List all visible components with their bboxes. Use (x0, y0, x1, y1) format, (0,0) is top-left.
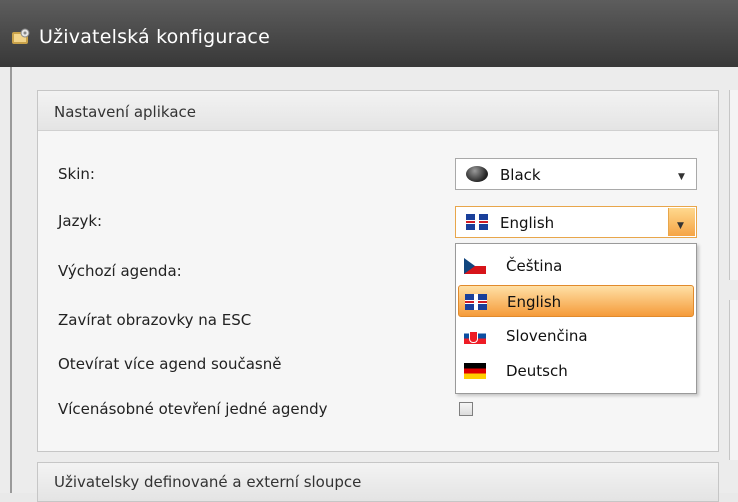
language-value: English (500, 214, 555, 232)
black-ball-icon (466, 166, 488, 182)
open-multiple-label: Otevírat více agend současně (58, 355, 282, 373)
skin-value: Black (500, 166, 541, 184)
language-option-english[interactable]: English (458, 285, 694, 317)
window-left-border (10, 67, 12, 493)
app-icon (12, 28, 30, 44)
chevron-down-icon: ▼ (678, 172, 685, 182)
default-agenda-label: Výchozí agenda: (58, 262, 182, 280)
language-dropdown-button[interactable]: ▼ (668, 208, 695, 236)
language-option-slovencina[interactable]: Slovenčina (458, 320, 694, 352)
multi-open-same-checkbox[interactable] (459, 402, 473, 416)
language-option-label: English (507, 293, 562, 311)
window-title: Uživatelská konfigurace (39, 26, 270, 48)
chevron-down-icon: ▼ (677, 221, 684, 231)
title-bar: Uživatelská konfigurace (0, 0, 738, 67)
multi-open-same-label: Vícenásobné otevření jedné agendy (58, 400, 328, 418)
skin-combobox[interactable]: Black ▼ (455, 158, 697, 190)
language-dropdown-list: Čeština English Slovenčina Deutsch (455, 243, 697, 394)
language-combobox[interactable]: English ▼ (455, 206, 697, 238)
user-columns-group: Uživatelsky definované a externí sloupce (37, 462, 719, 502)
skin-dropdown-button[interactable]: ▼ (670, 159, 696, 189)
de-flag-icon (464, 363, 486, 379)
language-option-label: Slovenčina (506, 327, 588, 345)
cz-flag-icon (464, 258, 486, 274)
close-on-esc-label: Zavírat obrazovky na ESC (58, 311, 252, 329)
right-panel-edge (729, 90, 738, 280)
uk-flag-icon (466, 214, 488, 230)
skin-label: Skin: (58, 165, 95, 183)
user-columns-title: Uživatelsky definované a externí sloupce (54, 473, 362, 491)
language-option-deutsch[interactable]: Deutsch (458, 355, 694, 387)
language-label: Jazyk: (58, 212, 103, 230)
app-settings-title: Nastavení aplikace (54, 103, 196, 121)
sk-flag-icon (464, 328, 486, 344)
language-option-cestina[interactable]: Čeština (458, 250, 694, 282)
language-option-label: Čeština (506, 257, 563, 275)
app-settings-header: Nastavení aplikace (38, 91, 718, 131)
uk-flag-icon (465, 294, 487, 310)
right-panel-edge-lower (729, 300, 738, 460)
language-option-label: Deutsch (506, 362, 568, 380)
